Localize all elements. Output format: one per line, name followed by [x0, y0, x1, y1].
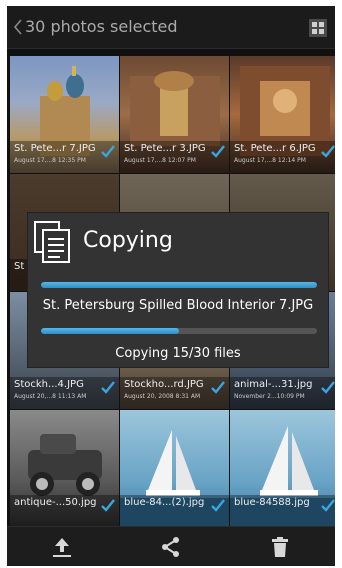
check-icon[interactable]	[210, 379, 226, 395]
copy-files-icon	[34, 221, 70, 263]
upload-icon	[53, 538, 71, 557]
photo-caption: St. Pete...r 3.JPG August 17,...8 12:07 …	[120, 141, 229, 173]
upload-button[interactable]	[7, 527, 116, 566]
delete-button[interactable]	[225, 527, 334, 566]
photo-tile[interactable]: St. Pete...r 7.JPG August 17,...8 12:35 …	[10, 56, 119, 173]
photo-name: blue-84...(2).jpg	[124, 497, 205, 508]
photo-name: blue-84588.jpg	[234, 497, 310, 508]
check-icon[interactable]	[320, 379, 335, 395]
photo-caption: St. Pete...r 6.JPG August 17,...8 12:14 …	[230, 141, 335, 173]
photo-date: August 17,...8 12:35 PM	[14, 157, 86, 164]
photo-caption: Stockh...4.JPG August 20,...8 11:13 AM	[10, 377, 119, 409]
photo-name: St. Pete...r 3.JPG	[124, 143, 206, 154]
back-chevron-icon[interactable]	[13, 17, 23, 37]
bottom-action-bar	[7, 526, 335, 566]
dialog-title: Copying	[83, 228, 173, 253]
photo-caption: blue-84588.jpg	[230, 495, 335, 527]
check-icon[interactable]	[210, 143, 226, 159]
share-icon	[162, 537, 179, 557]
copy-progress-dialog: Copying St. Petersburg Spilled Blood Int…	[27, 212, 329, 368]
phone-screen: 30 photos selected St. Pete...r 7.JPG Au…	[7, 6, 335, 566]
file-progress-fill	[41, 282, 317, 288]
photo-caption: Stockho...rd.JPG August 20, 2008 8:31 AM	[120, 377, 229, 409]
photo-date: August 17,...8 12:14 PM	[234, 157, 306, 164]
current-file-name: St. Petersburg Spilled Blood Interior 7.…	[42, 298, 314, 313]
photo-tile[interactable]: St. Pete...r 3.JPG August 17,...8 12:07 …	[120, 56, 229, 173]
photo-caption: antique-...50.jpg	[10, 495, 119, 527]
check-icon[interactable]	[100, 497, 116, 513]
check-icon[interactable]	[320, 143, 335, 159]
photo-name: St. Pete...r 6.JPG	[234, 143, 316, 154]
select-all-icon[interactable]	[309, 19, 327, 37]
check-icon[interactable]	[100, 379, 116, 395]
photo-date: August 20,...8 11:13 AM	[14, 393, 87, 400]
file-progress-bar	[41, 282, 317, 288]
share-button[interactable]	[116, 527, 225, 566]
copy-status-text: Copying 15/30 files	[115, 346, 241, 361]
photo-tile[interactable]: blue-84588.jpg	[230, 410, 335, 527]
photo-name: St. Pete...r 7.JPG	[14, 143, 96, 154]
action-bar: 30 photos selected	[7, 6, 335, 49]
overall-progress-bar	[41, 328, 317, 334]
photo-tile[interactable]: blue-84...(2).jpg	[120, 410, 229, 527]
photo-date: August 17,...8 12:07 PM	[124, 157, 196, 164]
photo-tile[interactable]: St. Pete...r 6.JPG August 17,...8 12:14 …	[230, 56, 335, 173]
check-icon[interactable]	[100, 143, 116, 159]
photo-date: November 2...10:09 PM	[234, 393, 305, 400]
photo-tile[interactable]: antique-...50.jpg	[10, 410, 119, 527]
photo-caption: blue-84...(2).jpg	[120, 495, 229, 527]
photo-name: Stockh...4.JPG	[14, 379, 84, 390]
photo-name: Stockho...rd.JPG	[124, 379, 204, 390]
photo-date: August 20, 2008 8:31 AM	[124, 393, 201, 400]
check-icon[interactable]	[320, 497, 335, 513]
photo-name: St	[14, 261, 25, 272]
overall-progress-fill	[41, 328, 179, 334]
photo-name: antique-...50.jpg	[14, 497, 97, 508]
check-icon[interactable]	[210, 497, 226, 513]
trash-icon	[272, 537, 288, 557]
page-title[interactable]: 30 photos selected	[25, 6, 178, 48]
photo-caption: animal-...31.jpg November 2...10:09 PM	[230, 377, 335, 409]
photo-name: animal-...31.jpg	[234, 379, 313, 390]
photo-caption: St. Pete...r 7.JPG August 17,...8 12:35 …	[10, 141, 119, 173]
